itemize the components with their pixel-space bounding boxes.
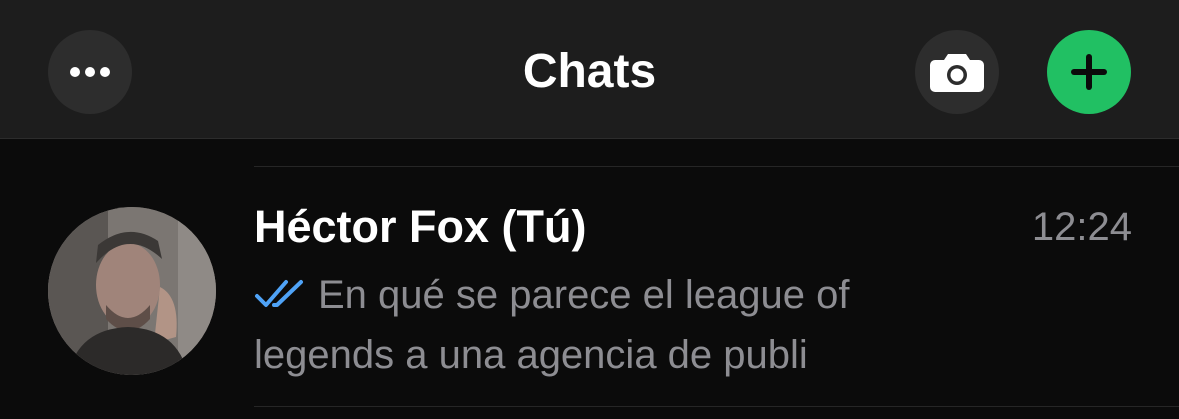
plus-icon bbox=[1071, 54, 1107, 90]
divider bbox=[254, 406, 1179, 407]
avatar bbox=[48, 207, 216, 375]
top-bar: Chats bbox=[0, 0, 1179, 139]
message-preview: En qué se parece el league of legends a … bbox=[254, 265, 954, 385]
chat-list-item[interactable]: Héctor Fox (Tú) 12:24 En qué se parece e… bbox=[0, 167, 1179, 406]
message-preview-text: En qué se parece el league of legends a … bbox=[254, 273, 850, 377]
page-title: Chats bbox=[522, 45, 657, 98]
ellipsis-icon bbox=[70, 67, 110, 77]
more-options-button[interactable] bbox=[48, 30, 132, 114]
chat-timestamp: 12:24 bbox=[1031, 205, 1132, 249]
new-chat-button[interactable] bbox=[1047, 30, 1131, 114]
chat-name: Héctor Fox (Tú) bbox=[254, 201, 587, 252]
camera-button[interactable] bbox=[915, 30, 999, 114]
double-check-read-icon bbox=[255, 280, 303, 307]
camera-icon bbox=[930, 54, 984, 92]
